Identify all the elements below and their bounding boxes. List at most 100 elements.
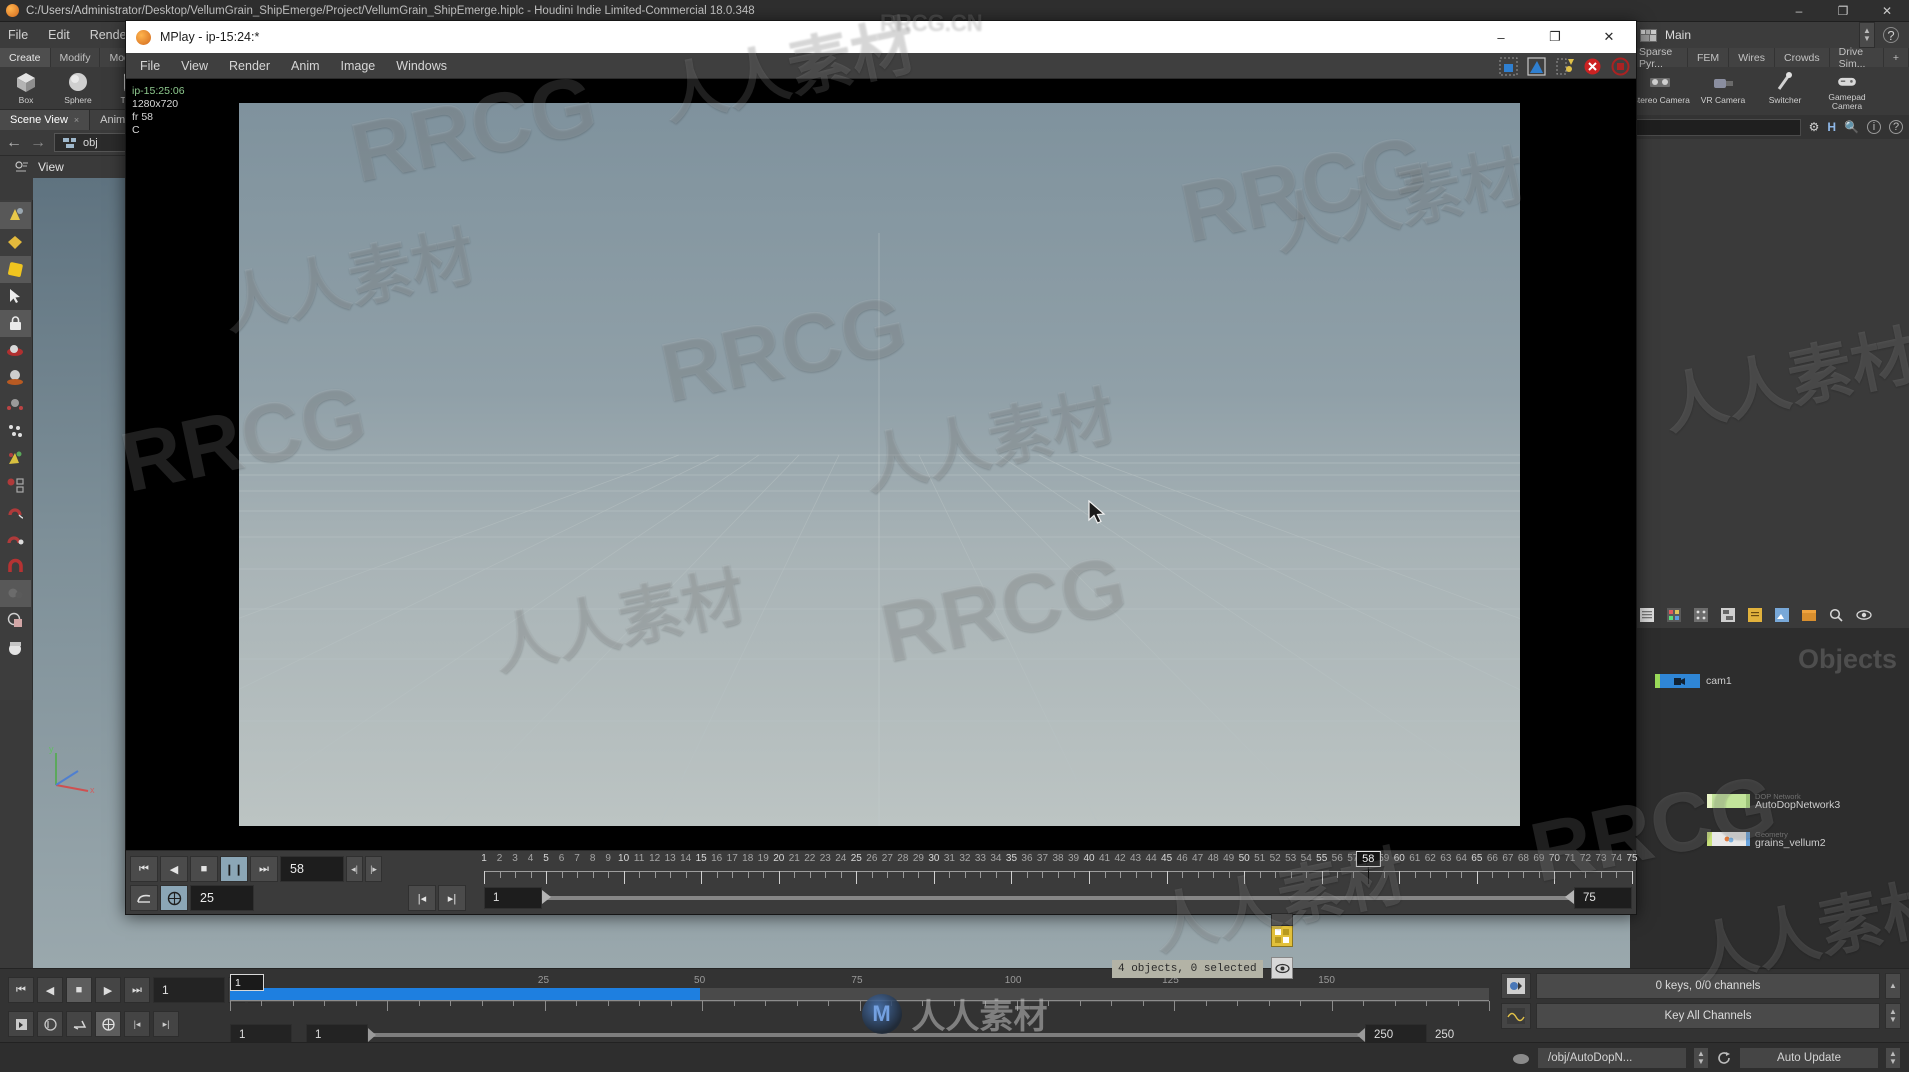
mplay-range-end-field[interactable]: 75: [1574, 887, 1632, 909]
stop-all-icon[interactable]: [1611, 57, 1630, 76]
spring-constraint-icon[interactable]: [0, 526, 31, 553]
handle-tool-icon[interactable]: [0, 202, 31, 229]
diamond-tool-icon[interactable]: [0, 229, 31, 256]
shelf-tab-modify[interactable]: Modify: [50, 48, 101, 67]
menu-edit[interactable]: Edit: [48, 28, 70, 42]
parameter-filter-input[interactable]: [1636, 118, 1801, 136]
select-arrow-icon[interactable]: [0, 283, 31, 310]
key-all-icon[interactable]: [1501, 1003, 1531, 1029]
stop-render-icon[interactable]: [1583, 57, 1602, 76]
update-mode-field[interactable]: Auto Update: [1739, 1046, 1879, 1069]
mplay-menu-image[interactable]: Image: [341, 59, 376, 73]
crop-icon[interactable]: [1499, 57, 1518, 76]
smoke-tool-icon[interactable]: [0, 580, 31, 607]
pane-tab-scene-view[interactable]: Scene View ×: [0, 110, 91, 130]
list-icon[interactable]: [1640, 608, 1654, 622]
current-frame-flag[interactable]: 1: [230, 974, 264, 991]
sequence-add-icon[interactable]: [1555, 57, 1574, 76]
info-icon[interactable]: i: [1867, 120, 1881, 134]
close-icon[interactable]: ×: [74, 115, 79, 125]
menu-file[interactable]: File: [8, 28, 28, 42]
mplay-close-button[interactable]: ✕: [1582, 21, 1636, 53]
lock-icon[interactable]: [0, 310, 31, 337]
network-node-grains-vellum2[interactable]: Geometry grains_vellum2: [1707, 830, 1826, 848]
snapshot-icon[interactable]: [1271, 925, 1293, 947]
keys-spinner[interactable]: ▲: [1885, 973, 1901, 999]
box-package-icon[interactable]: [1802, 608, 1816, 622]
mplay-image-canvas[interactable]: ip-15:25:06 1280x720 fr 58 C: [126, 79, 1636, 852]
mplay-minimize-button[interactable]: –: [1474, 21, 1528, 53]
shelf-tab-wires[interactable]: Wires: [1729, 48, 1776, 67]
mplay-set-range-start-button[interactable]: |◂: [408, 885, 436, 911]
status-path-spinner[interactable]: ▲ ▼: [1693, 1046, 1709, 1069]
shelf-tab-drive-sim[interactable]: Drive Sim...: [1829, 46, 1884, 70]
rbd-tool-icon[interactable]: [0, 364, 31, 391]
mplay-menu-view[interactable]: View: [181, 59, 208, 73]
shelf-item-stereo-camera[interactable]: Stereo Camera: [1630, 69, 1692, 111]
cloth-tool-icon[interactable]: [0, 337, 31, 364]
mplay-pause-button[interactable]: ❙❙: [220, 856, 248, 882]
confetti-tool-icon[interactable]: [0, 445, 31, 472]
mplay-current-frame-field[interactable]: 58: [280, 856, 344, 882]
shelf-item-box[interactable]: Box: [0, 69, 52, 110]
mplay-fps-field[interactable]: 25: [190, 885, 254, 911]
shelf-tab-add-button[interactable]: +: [1883, 48, 1909, 67]
grid-icon[interactable]: [1694, 608, 1708, 622]
mplay-play-backward-button[interactable]: ◀: [160, 856, 188, 882]
auto-key-icon[interactable]: [8, 1011, 34, 1037]
playback-mode-icon[interactable]: [95, 1011, 121, 1037]
houdini-close-button[interactable]: ✕: [1865, 0, 1909, 22]
glue-constraint-icon[interactable]: [0, 499, 31, 526]
key-channels-icon[interactable]: [1501, 973, 1531, 999]
network-editor[interactable]: Objects cam1 DOP Network AutoDopNetwork3: [1630, 602, 1909, 972]
network-node-autodopnetwork[interactable]: DOP Network AutoDopNetwork3: [1707, 792, 1840, 810]
help-circle-icon[interactable]: ?: [1889, 120, 1903, 134]
timeline-track[interactable]: 25 50 75 100 125 150 1: [230, 974, 1490, 1017]
shelf-item-sphere[interactable]: Sphere: [52, 69, 104, 110]
status-path-field[interactable]: /obj/AutoDopN...: [1537, 1046, 1687, 1069]
shelf-item-vr-camera[interactable]: VR Camera: [1692, 69, 1754, 111]
magnet-icon[interactable]: [0, 553, 31, 580]
set-range-end-button[interactable]: ▸|: [153, 1011, 179, 1037]
jump-to-start-button[interactable]: ⏮: [8, 977, 34, 1003]
mplay-loop-icon[interactable]: [130, 885, 158, 911]
forward-arrow-icon[interactable]: →: [30, 134, 46, 152]
render-region-icon[interactable]: [0, 607, 31, 634]
shelf-tab-create[interactable]: Create: [0, 48, 51, 67]
camera-tool-icon[interactable]: [0, 634, 31, 661]
desktop-spinner[interactable]: ▲ ▼: [1859, 22, 1875, 48]
shelf-tab-fem[interactable]: FEM: [1688, 48, 1730, 67]
mplay-jump-end-button[interactable]: ⏭: [250, 856, 278, 882]
desktop-name[interactable]: Main: [1665, 28, 1691, 42]
mplay-stop-button[interactable]: ■: [190, 856, 218, 882]
gear-icon[interactable]: ⚙: [1809, 120, 1820, 134]
search-icon[interactable]: [1829, 608, 1843, 622]
snap-icon[interactable]: [66, 1011, 92, 1037]
play-backwards-button[interactable]: ◀: [37, 977, 63, 1003]
shelf-tab-crowds[interactable]: Crowds: [1775, 48, 1830, 67]
mplay-menu-windows[interactable]: Windows: [396, 59, 447, 73]
houdini-h-icon[interactable]: H: [1827, 120, 1836, 134]
stop-button[interactable]: ■: [66, 977, 92, 1003]
mplay-frame-ruler[interactable]: 1 2 3 4 5 6 7 8 9 10 11 12 13 14 15 16 17 18 19 20 21 22 23 24 2…: [481, 851, 1638, 885]
houdini-maximize-button[interactable]: ❐: [1821, 0, 1865, 22]
mplay-set-range-end-button[interactable]: ▸|: [438, 885, 466, 911]
shelf-tab-sparse-pyro[interactable]: Sparse Pyr...: [1630, 46, 1689, 70]
display-options-icon[interactable]: [1271, 957, 1293, 979]
mplay-step-next-button[interactable]: |▸: [365, 856, 382, 882]
search-icon[interactable]: 🔍: [1844, 120, 1859, 134]
add-image-icon[interactable]: [1775, 608, 1789, 622]
mplay-jump-start-button[interactable]: ⏮: [130, 856, 158, 882]
mplay-range-start-field[interactable]: 1: [484, 887, 542, 909]
network-node-cam1[interactable]: cam1: [1655, 674, 1732, 688]
view-menu-button[interactable]: View: [38, 160, 64, 174]
compare-icon[interactable]: [1527, 56, 1546, 76]
set-range-start-button[interactable]: |◂: [124, 1011, 150, 1037]
eye-icon[interactable]: [1856, 609, 1872, 621]
square-tool-icon[interactable]: [0, 256, 31, 283]
mplay-menu-anim[interactable]: Anim: [291, 59, 319, 73]
constraint-network-icon[interactable]: [0, 472, 31, 499]
back-arrow-icon[interactable]: ←: [6, 134, 22, 152]
mplay-titlebar[interactable]: MPlay - ip-15:24:* – ❐ ✕: [126, 21, 1636, 53]
particle-tool-icon[interactable]: [0, 391, 31, 418]
